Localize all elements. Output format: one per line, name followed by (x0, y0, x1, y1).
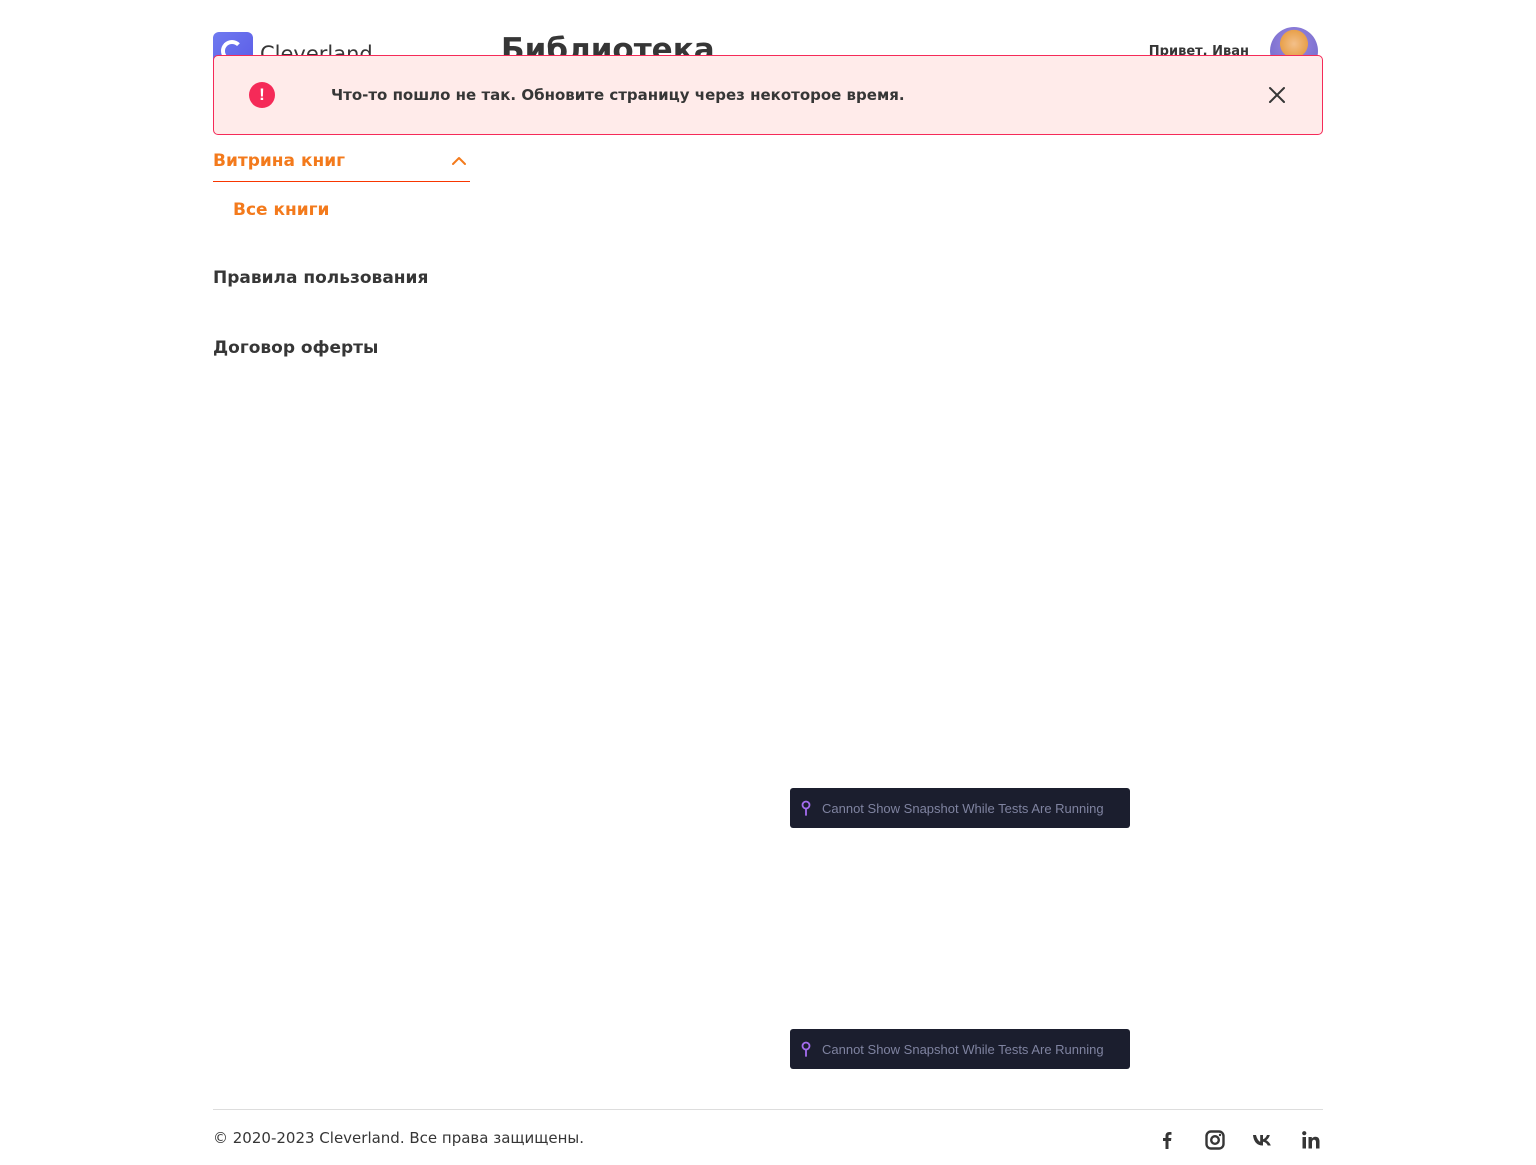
error-icon: ! (249, 82, 275, 108)
nav-section-label: Витрина книг (213, 150, 346, 171)
error-alert: ! Что-то пошло не так. Обновите страницу… (213, 55, 1323, 135)
facebook-icon[interactable] (1155, 1128, 1179, 1152)
sidebar: Витрина книг Все книги Правила пользован… (213, 140, 470, 358)
error-message: Что-то пошло не так. Обновите страницу ч… (331, 86, 905, 104)
social-links (1155, 1128, 1323, 1152)
nav-item-all-books[interactable]: Все книги (233, 200, 470, 220)
snapshot-notice: Cannot Show Snapshot While Tests Are Run… (790, 788, 1130, 828)
nav-item-rules[interactable]: Правила пользования (213, 268, 428, 288)
vk-icon[interactable] (1251, 1128, 1275, 1152)
page: Cleverland Библиотека Привет, Иван ! Что… (0, 0, 1536, 1165)
snapshot-notice-text: Cannot Show Snapshot While Tests Are Run… (822, 1041, 1104, 1057)
footer: © 2020-2023 Cleverland. Все права защище… (213, 1109, 1323, 1165)
snapshot-notice-text: Cannot Show Snapshot While Tests Are Run… (822, 800, 1104, 816)
pin-icon (801, 800, 811, 816)
snapshot-notice: Cannot Show Snapshot While Tests Are Run… (790, 1029, 1130, 1069)
linkedin-icon[interactable] (1299, 1128, 1323, 1152)
chevron-up-icon[interactable] (450, 152, 468, 170)
close-icon[interactable] (1266, 84, 1288, 106)
nav-item-offer[interactable]: Договор оферты (213, 338, 378, 358)
nav-section-showcase[interactable]: Витрина книг (213, 140, 470, 182)
pin-icon (801, 1041, 811, 1057)
instagram-icon[interactable] (1203, 1128, 1227, 1152)
copyright: © 2020-2023 Cleverland. Все права защище… (213, 1129, 585, 1147)
